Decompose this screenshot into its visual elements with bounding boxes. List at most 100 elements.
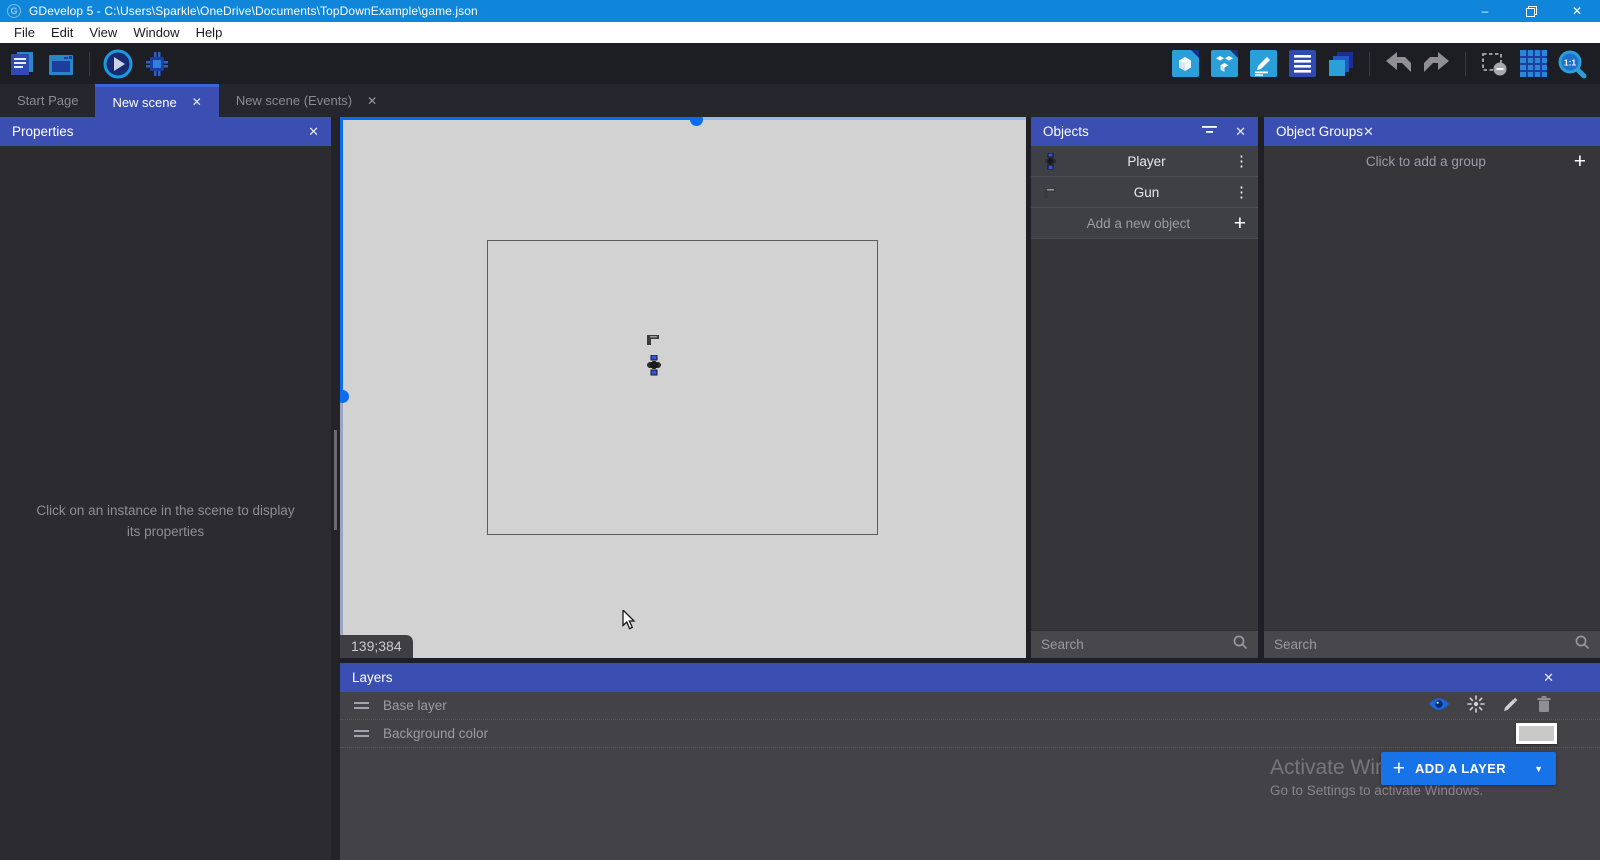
groups-search-input[interactable] (1274, 637, 1574, 652)
horizontal-scroll-handle[interactable] (690, 117, 703, 126)
add-a-layer-label: ADD A LAYER (1415, 761, 1506, 776)
close-tab-icon[interactable]: ✕ (192, 95, 202, 109)
menu-bar: File Edit View Window Help (0, 22, 1600, 43)
horizontal-scroll-line (340, 117, 696, 120)
search-icon (1574, 634, 1590, 655)
layers-panel-icon[interactable] (1325, 48, 1357, 80)
objects-panel-body (1031, 239, 1258, 630)
add-a-layer-button[interactable]: + ADD A LAYER ▼ (1381, 752, 1556, 785)
object-menu-icon[interactable]: ⋮ (1234, 183, 1248, 201)
object-menu-icon[interactable]: ⋮ (1234, 152, 1248, 170)
minimize-button[interactable]: – (1462, 0, 1508, 22)
objects-search-input[interactable] (1041, 637, 1232, 652)
horizontal-scroll-line (696, 117, 1026, 120)
drag-handle-icon[interactable] (354, 702, 369, 709)
menu-window[interactable]: Window (125, 25, 187, 40)
layer-effects-icon[interactable] (1467, 695, 1485, 716)
undo-icon[interactable] (1382, 48, 1414, 80)
menu-file[interactable]: File (6, 25, 43, 40)
tab-label: New scene (112, 95, 176, 110)
add-new-object-label: Add a new object (1043, 216, 1234, 231)
edit-layer-pencil-icon[interactable] (1502, 696, 1519, 716)
close-icon[interactable]: ✕ (308, 124, 319, 140)
menu-view[interactable]: View (81, 25, 125, 40)
plus-icon: + (1574, 151, 1586, 172)
object-row-gun[interactable]: Gun ⋮ (1031, 177, 1258, 208)
properties-panel: Properties ✕ Click on an instance in the… (0, 117, 331, 860)
watermark-subtitle: Go to Settings to activate Windows. (1270, 783, 1483, 798)
scrollbar-thumb[interactable] (334, 430, 337, 530)
tab-start-page[interactable]: Start Page (0, 84, 95, 117)
cursor-coordinates-badge: 139;384 (340, 635, 413, 658)
delete-layer-trash-icon[interactable] (1536, 695, 1552, 716)
close-window-button[interactable]: ✕ (1554, 0, 1600, 22)
render-mask-icon[interactable] (1478, 48, 1510, 80)
mouse-cursor (622, 610, 636, 635)
tab-label: Start Page (17, 93, 78, 108)
scene-editor-canvas[interactable]: 139;384 (340, 117, 1026, 658)
add-group-label: Click to add a group (1278, 154, 1574, 169)
zoom-original-icon[interactable]: 1:1 (1556, 48, 1588, 80)
layer-name: Base layer (383, 698, 447, 713)
show-objects-panel-icon[interactable] (1169, 48, 1201, 80)
play-preview-icon[interactable] (102, 48, 134, 80)
add-group-button[interactable]: Click to add a group + (1264, 146, 1600, 177)
window-title: GDevelop 5 - C:\Users\Sparkle\OneDrive\D… (29, 4, 478, 18)
objects-panel-title: Objects (1043, 124, 1089, 139)
close-icon[interactable]: ✕ (1543, 670, 1554, 686)
title-bar: G GDevelop 5 - C:\Users\Sparkle\OneDrive… (0, 0, 1600, 22)
redo-icon[interactable] (1421, 48, 1453, 80)
vertical-scroll-line (340, 117, 343, 396)
close-icon[interactable]: ✕ (1235, 124, 1246, 140)
layers-panel-title: Layers (352, 670, 393, 685)
vertical-scroll-handle[interactable] (340, 390, 349, 403)
layer-actions (1428, 695, 1552, 716)
chevron-down-icon[interactable]: ▼ (1534, 764, 1543, 774)
game-window-frame (487, 240, 878, 535)
restore-button[interactable] (1508, 0, 1554, 22)
object-groups-panel-body (1264, 177, 1600, 630)
objects-panel: Objects ✕ Player ⋮ Gun ⋮ Add a new objec… (1031, 117, 1258, 658)
objects-panel-header: Objects ✕ (1031, 117, 1258, 146)
properties-panel-title: Properties (12, 124, 74, 139)
object-groups-panel-title: Object Groups (1276, 124, 1363, 139)
layers-panel: Layers ✕ Base layer Background color Act… (340, 663, 1600, 860)
main-toolbar: 1:1 (0, 43, 1600, 84)
add-new-object-button[interactable]: Add a new object + (1031, 208, 1258, 239)
plus-icon: + (1234, 213, 1246, 234)
gun-object-icon (1041, 184, 1059, 200)
instances-list-icon[interactable] (1286, 48, 1318, 80)
search-icon (1232, 634, 1248, 655)
preview-windows-icon[interactable] (45, 48, 77, 80)
svg-text:1:1: 1:1 (1564, 57, 1577, 67)
grid-icon[interactable] (1517, 48, 1549, 80)
plus-icon: + (1393, 758, 1405, 779)
layer-row-base[interactable]: Base layer (340, 692, 1600, 720)
menu-edit[interactable]: Edit (43, 25, 81, 40)
close-icon[interactable]: ✕ (1363, 124, 1374, 140)
restore-icon (1526, 6, 1537, 17)
show-properties-panel-icon[interactable] (1247, 48, 1279, 80)
object-row-player[interactable]: Player ⋮ (1031, 146, 1258, 177)
object-name: Player (1059, 154, 1234, 169)
tab-new-scene[interactable]: New scene ✕ (95, 84, 218, 117)
visibility-eye-icon[interactable] (1428, 697, 1450, 714)
debug-icon[interactable] (141, 48, 173, 80)
layer-name: Background color (383, 726, 488, 741)
objects-search-bar (1031, 630, 1258, 658)
project-manager-icon[interactable] (6, 48, 38, 80)
tab-label: New scene (Events) (236, 93, 352, 108)
player-instance[interactable] (646, 355, 662, 381)
filter-icon[interactable] (1202, 124, 1217, 139)
background-color-swatch[interactable] (1516, 723, 1557, 744)
menu-help[interactable]: Help (188, 25, 231, 40)
toolbar-separator (89, 52, 90, 76)
layer-row-background-color[interactable]: Background color (340, 720, 1600, 748)
groups-search-bar (1264, 630, 1600, 658)
tab-new-scene-events[interactable]: New scene (Events) ✕ (219, 84, 394, 117)
close-tab-icon[interactable]: ✕ (367, 94, 377, 108)
show-object-groups-panel-icon[interactable] (1208, 48, 1240, 80)
gdevelop-logo-icon: G (7, 4, 21, 18)
gun-instance[interactable] (645, 331, 661, 352)
drag-handle-icon[interactable] (354, 730, 369, 737)
